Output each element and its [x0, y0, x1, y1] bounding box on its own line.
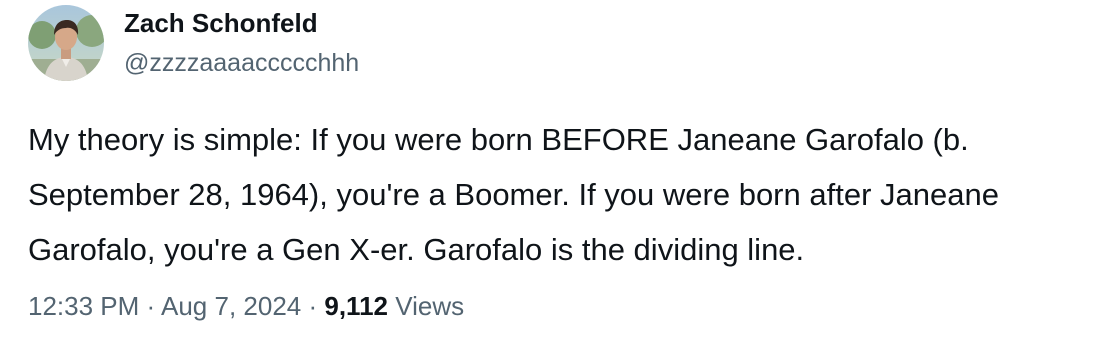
meta-separator: ·	[308, 291, 318, 321]
author-handle[interactable]: @zzzzaaaaccccchhh	[124, 46, 359, 80]
tweet-text: My theory is simple: If you were born BE…	[28, 122, 999, 267]
views-count[interactable]: 9,112	[324, 291, 388, 321]
author-display-name[interactable]: Zach Schonfeld	[124, 6, 318, 40]
tweet-metadata: 12:33 PM · Aug 7, 2024 · 9,112 Views	[28, 286, 464, 326]
tweet-card: Zach Schonfeld @zzzzaaaaccccchhh My theo…	[0, 0, 1120, 356]
tweet-timestamp[interactable]: 12:33 PM	[28, 291, 139, 321]
profile-photo-icon	[28, 5, 104, 81]
avatar[interactable]	[28, 5, 104, 81]
tweet-date[interactable]: Aug 7, 2024	[161, 291, 301, 321]
meta-separator: ·	[146, 291, 156, 321]
views-label[interactable]: Views	[395, 291, 464, 321]
